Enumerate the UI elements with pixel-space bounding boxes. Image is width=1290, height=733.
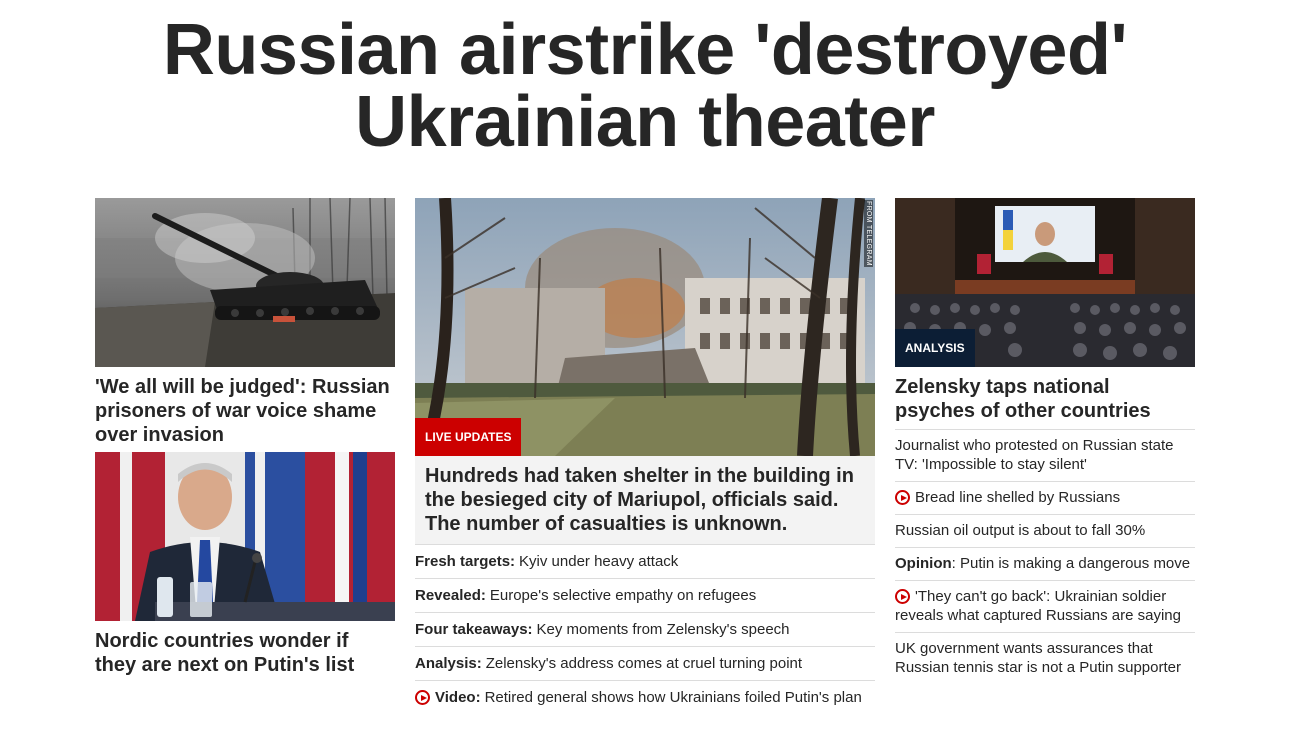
play-icon bbox=[895, 589, 910, 604]
list-item: Four takeaways: Key moments from Zelensk… bbox=[415, 612, 875, 646]
list-item: Journalist who protested on Russian stat… bbox=[895, 429, 1195, 481]
right-column: ANALYSIS Zelensky taps national psyches … bbox=[895, 198, 1195, 684]
live-updates-badge[interactable]: LIVE UPDATES bbox=[415, 418, 522, 456]
pow-story-title[interactable]: 'We all will be judged': Russian prisone… bbox=[95, 375, 395, 455]
tank-image[interactable] bbox=[95, 198, 395, 367]
tank-photo bbox=[95, 198, 395, 367]
center-column: FROM TELEGRAM LIVE UPDATES Hundreds had … bbox=[415, 198, 875, 714]
right-link-oil-output[interactable]: Russian oil output is about to fall 30% bbox=[895, 522, 1145, 539]
list-item: Russian oil output is about to fall 30% bbox=[895, 514, 1195, 547]
play-icon bbox=[415, 690, 430, 705]
list-item: Video: Retired general shows how Ukraini… bbox=[415, 680, 875, 714]
list-item: Bread line shelled by Russians bbox=[895, 481, 1195, 514]
right-link-soldier-video[interactable]: 'They can't go back': Ukrainian soldier … bbox=[895, 588, 1181, 624]
center-link-fresh-targets[interactable]: Fresh targets: Kyiv under heavy attack bbox=[415, 553, 678, 570]
zelensky-image[interactable]: ANALYSIS bbox=[895, 198, 1195, 367]
analysis-badge[interactable]: ANALYSIS bbox=[895, 329, 975, 367]
right-link-tennis-star[interactable]: UK government wants assurances that Russ… bbox=[895, 640, 1181, 676]
list-item: Analysis: Zelensky's address comes at cr… bbox=[415, 646, 875, 680]
right-link-list: Journalist who protested on Russian stat… bbox=[895, 429, 1195, 684]
right-link-opinion[interactable]: Opinion: Putin is making a dangerous mov… bbox=[895, 555, 1190, 572]
list-item: Revealed: Europe's selective empathy on … bbox=[415, 578, 875, 612]
main-headline-link[interactable]: Russian airstrike 'destroyed' Ukrainian … bbox=[145, 14, 1145, 158]
nordic-story-title[interactable]: Nordic countries wonder if they are next… bbox=[95, 629, 395, 677]
nordic-photo bbox=[95, 452, 395, 621]
center-link-list: Fresh targets: Kyiv under heavy attack R… bbox=[415, 544, 875, 714]
nordic-image[interactable] bbox=[95, 452, 395, 621]
theater-image[interactable]: FROM TELEGRAM LIVE UPDATES bbox=[415, 198, 875, 456]
list-item: 'They can't go back': Ukrainian soldier … bbox=[895, 580, 1195, 632]
list-item: Opinion: Putin is making a dangerous mov… bbox=[895, 547, 1195, 580]
zelensky-story-title[interactable]: Zelensky taps national psyches of other … bbox=[895, 375, 1195, 423]
center-link-video[interactable]: Video: Retired general shows how Ukraini… bbox=[415, 689, 862, 706]
right-link-bread-line[interactable]: Bread line shelled by Russians bbox=[895, 489, 1120, 506]
photo-credit: FROM TELEGRAM bbox=[864, 200, 873, 267]
center-summary[interactable]: Hundreds had taken shelter in the buildi… bbox=[415, 456, 875, 544]
main-headline: Russian airstrike 'destroyed' Ukrainian … bbox=[0, 14, 1290, 158]
center-link-revealed[interactable]: Revealed: Europe's selective empathy on … bbox=[415, 587, 756, 604]
left-column: 'We all will be judged': Russian prisone… bbox=[95, 198, 395, 677]
center-link-analysis[interactable]: Analysis: Zelensky's address comes at cr… bbox=[415, 655, 802, 672]
list-item: UK government wants assurances that Russ… bbox=[895, 632, 1195, 684]
play-icon bbox=[895, 490, 910, 505]
center-link-four-takeaways[interactable]: Four takeaways: Key moments from Zelensk… bbox=[415, 621, 790, 638]
list-item: Fresh targets: Kyiv under heavy attack bbox=[415, 544, 875, 578]
right-link-journalist[interactable]: Journalist who protested on Russian stat… bbox=[895, 437, 1174, 473]
